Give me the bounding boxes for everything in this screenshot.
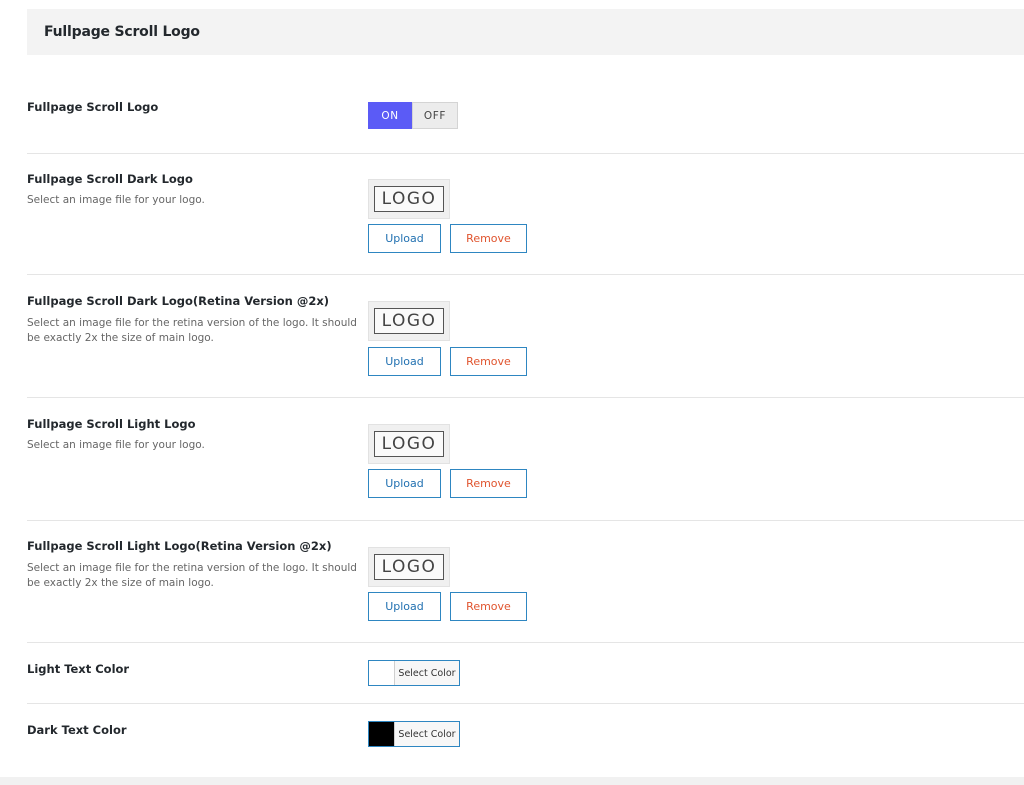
dark-logo-label: Fullpage Scroll Dark Logo (27, 172, 193, 186)
light-logo-preview: LOGO (368, 424, 450, 464)
light-logo-row: Fullpage Scroll Light Logo Select an ima… (27, 398, 1024, 521)
logo-image: LOGO (374, 431, 444, 457)
light-text-color-label: Light Text Color (27, 662, 130, 676)
dark-text-color-label: Dark Text Color (27, 723, 127, 737)
footer-bar (0, 777, 1024, 785)
dark-logo-upload-button[interactable]: Upload (368, 224, 441, 253)
light-text-color-row: Light Text Color Select Color (27, 643, 1024, 704)
light-logo-retina-row: Fullpage Scroll Light Logo(Retina Versio… (27, 521, 1024, 643)
dark-logo-description: Select an image file for your logo. (27, 194, 205, 206)
dark-logo-retina-label: Fullpage Scroll Dark Logo(Retina Version… (27, 294, 330, 308)
select-color-button[interactable]: Select Color (395, 661, 459, 685)
light-logo-remove-button[interactable]: Remove (450, 469, 527, 498)
light-color-swatch[interactable] (369, 661, 395, 685)
panel-header: Fullpage Scroll Logo (27, 9, 1024, 55)
dark-logo-retina-upload-button[interactable]: Upload (368, 347, 441, 376)
dark-logo-row: Fullpage Scroll Dark Logo Select an imag… (27, 154, 1024, 275)
light-logo-label: Fullpage Scroll Light Logo (27, 417, 196, 431)
select-color-button[interactable]: Select Color (395, 722, 459, 746)
light-logo-retina-label: Fullpage Scroll Light Logo(Retina Versio… (27, 539, 332, 553)
dark-logo-preview: LOGO (368, 179, 450, 219)
scroll-logo-toggle[interactable]: ON OFF (368, 102, 458, 129)
dark-logo-retina-preview: LOGO (368, 301, 450, 341)
toggle-off-option[interactable]: OFF (412, 102, 458, 129)
light-logo-retina-preview: LOGO (368, 547, 450, 587)
dark-logo-retina-description: Select an image file for the retina vers… (27, 317, 357, 344)
toggle-on-option[interactable]: ON (368, 102, 412, 129)
dark-color-swatch[interactable] (369, 722, 395, 746)
logo-image: LOGO (374, 308, 444, 334)
logo-image: LOGO (374, 186, 444, 212)
light-logo-retina-remove-button[interactable]: Remove (450, 592, 527, 621)
light-logo-description: Select an image file for your logo. (27, 439, 205, 451)
light-text-color-picker[interactable]: Select Color (368, 660, 460, 686)
dark-text-color-row: Dark Text Color Select Color (27, 704, 1024, 774)
light-logo-retina-upload-button[interactable]: Upload (368, 592, 441, 621)
scroll-logo-row: Fullpage Scroll Logo ON OFF (27, 55, 1024, 154)
dark-logo-remove-button[interactable]: Remove (450, 224, 527, 253)
panel-title: Fullpage Scroll Logo (44, 24, 200, 40)
light-logo-upload-button[interactable]: Upload (368, 469, 441, 498)
settings-page: Fullpage Scroll Logo Fullpage Scroll Log… (0, 0, 1024, 785)
dark-text-color-picker[interactable]: Select Color (368, 721, 460, 747)
scroll-logo-label: Fullpage Scroll Logo (27, 100, 159, 114)
logo-image: LOGO (374, 554, 444, 580)
dark-logo-retina-row: Fullpage Scroll Dark Logo(Retina Version… (27, 275, 1024, 398)
dark-logo-retina-remove-button[interactable]: Remove (450, 347, 527, 376)
light-logo-retina-description: Select an image file for the retina vers… (27, 562, 357, 589)
